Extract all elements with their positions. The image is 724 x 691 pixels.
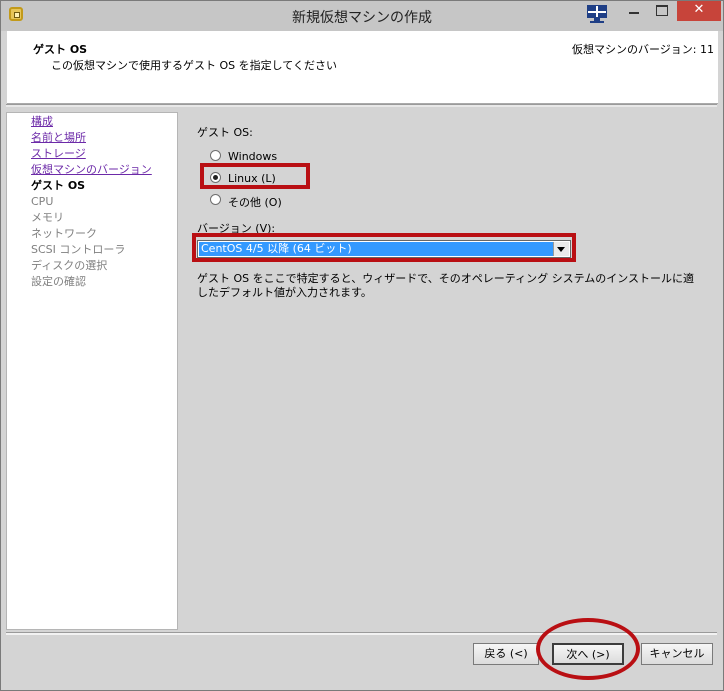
vm-version-label: 仮想マシンのバージョン: 11 [572, 43, 714, 56]
step-select-disk: ディスクの選択 [31, 259, 108, 272]
guest-os-label: ゲスト OS: [197, 126, 253, 139]
step-network: ネットワーク [31, 227, 97, 240]
next-highlight-ellipse [536, 618, 640, 680]
radio-windows-label[interactable]: Windows [228, 150, 277, 163]
step-guest-os: ゲスト OS [31, 179, 86, 192]
step-cpu: CPU [31, 195, 54, 208]
guest-os-description: ゲスト OS をここで特定すると、ウィザードで、そのオペレーティング システムの… [197, 272, 695, 299]
radio-other[interactable] [210, 194, 221, 205]
step-scsi-controller: SCSI コントローラ [31, 243, 126, 256]
linux-highlight-box [200, 163, 310, 189]
page-subtitle: この仮想マシンで使用するゲスト OS を指定してください [51, 59, 337, 72]
page-title: ゲスト OS [33, 43, 88, 56]
wizard-header: ゲスト OS この仮想マシンで使用するゲスト OS を指定してください 仮想マシ… [7, 31, 718, 104]
step-storage[interactable]: ストレージ [31, 147, 86, 161]
step-configuration[interactable]: 構成 [31, 115, 53, 129]
window-title: 新規仮想マシンの作成 [292, 10, 432, 26]
radio-other-label[interactable]: その他 (O) [228, 194, 282, 210]
monitor-icon [587, 5, 607, 23]
maximize-button[interactable] [649, 1, 675, 21]
cancel-button[interactable]: キャンセル [641, 643, 713, 665]
step-review: 設定の確認 [31, 275, 86, 288]
header-divider [6, 104, 717, 107]
minimize-button[interactable] [621, 1, 647, 21]
close-button[interactable]: ✕ [677, 1, 721, 21]
radio-windows[interactable] [210, 150, 221, 161]
step-vm-version[interactable]: 仮想マシンのバージョン [31, 163, 152, 177]
title-bar[interactable]: 新規仮想マシンの作成 ✕ [1, 1, 723, 31]
step-memory: メモリ [31, 211, 64, 224]
wizard-step-list: 構成 名前と場所 ストレージ 仮想マシンのバージョン ゲスト OS CPU メモ… [6, 112, 178, 630]
version-highlight-box [192, 233, 576, 262]
step-name-location[interactable]: 名前と場所 [31, 131, 86, 145]
back-button[interactable]: 戻る (<) [473, 643, 539, 665]
